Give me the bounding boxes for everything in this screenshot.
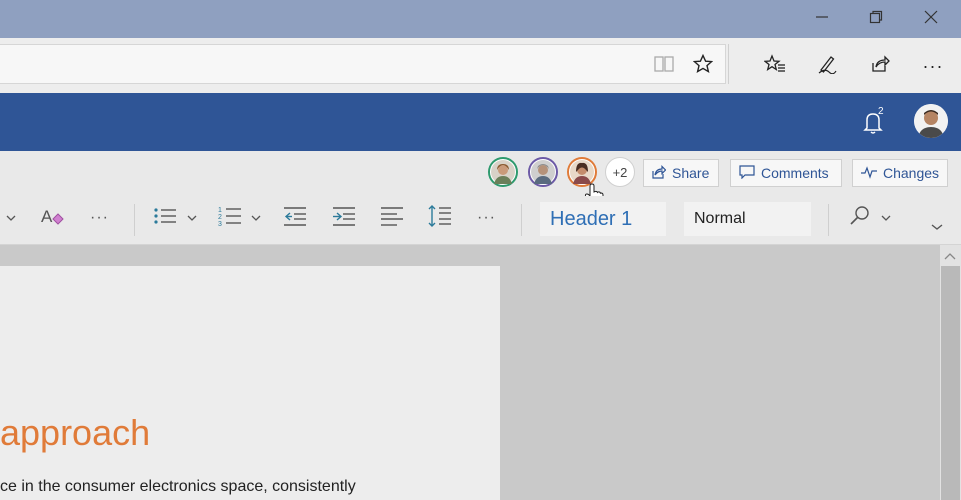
find-dropdown[interactable] [881,203,891,233]
comment-icon [739,164,755,182]
more-collaborators-button[interactable]: +2 [605,157,635,187]
reading-view-button[interactable] [646,48,682,84]
style-header-1[interactable]: Header 1 [540,202,666,236]
favorites-list-button[interactable] [757,48,793,84]
numbered-list-button[interactable]: 123 [218,203,242,233]
toolbar-divider [728,44,729,84]
svg-text:2: 2 [218,214,222,221]
document-heading: approach [0,412,151,453]
favorite-star-icon [692,53,714,79]
app-header [0,93,961,151]
document-body-text: ce in the consumer electronics space, co… [0,478,356,495]
close-icon [924,10,938,29]
increase-indent-icon [332,206,356,231]
document-page[interactable]: approach ce in the consumer electronics … [0,266,500,500]
chevron-down-icon [881,209,891,227]
bell-icon [860,113,888,140]
font-dropdown-chevron[interactable] [6,203,16,233]
align-left-button[interactable] [380,203,404,233]
style-normal[interactable]: Normal [684,202,811,236]
minimize-icon [815,10,829,29]
svg-text:3: 3 [218,221,222,227]
bullet-list-icon [153,206,177,231]
align-left-icon [380,206,404,231]
increase-indent-button[interactable] [332,203,356,233]
more-options-button[interactable]: ··· [915,48,951,84]
chevron-down-icon [931,218,943,236]
numbered-list-dropdown[interactable] [251,203,261,233]
bullet-list-button[interactable] [153,203,177,233]
chevron-up-icon [943,248,957,265]
pen-icon [817,54,837,79]
favorite-button[interactable] [685,48,721,84]
share-button[interactable]: Share [643,159,719,187]
decrease-indent-button[interactable] [283,203,307,233]
address-bar[interactable] [0,44,726,84]
comments-button[interactable]: Comments [730,159,842,187]
ribbon-divider [521,204,522,236]
share-page-button[interactable] [862,48,898,84]
scroll-up-button[interactable] [943,248,957,266]
restore-icon [869,10,883,29]
minimize-button[interactable] [799,0,845,38]
expand-ribbon-button[interactable] [931,212,943,242]
notifications-button[interactable]: 2 [860,106,890,140]
share-label: Share [672,165,710,181]
collaborator-avatar-1[interactable] [488,157,518,187]
favorites-list-icon [763,53,786,79]
line-spacing-icon [428,204,452,233]
restore-button[interactable] [853,0,899,38]
clear-formatting-icon: A [40,205,66,232]
comments-label: Comments [761,165,829,181]
close-button[interactable] [908,0,954,38]
changes-label: Changes [883,165,940,181]
notification-count-badge: 2 [878,106,884,117]
chevron-down-icon [187,209,197,227]
more-paragraph-options-button[interactable]: ··· [477,203,496,233]
decrease-indent-icon [283,206,307,231]
changes-button[interactable]: Changes [852,159,948,187]
reading-view-icon [654,55,674,78]
svg-text:1: 1 [218,207,222,214]
collaborator-avatar-2[interactable] [528,157,558,187]
search-icon [848,205,872,232]
activity-icon [861,165,877,182]
chevron-down-icon [6,209,16,227]
bullet-list-dropdown[interactable] [187,203,197,233]
scrollbar-thumb[interactable] [941,266,960,500]
share-icon [870,54,890,79]
ribbon-divider [134,204,135,236]
web-note-button[interactable] [809,48,845,84]
user-avatar[interactable] [914,104,948,138]
share-doc-icon [652,164,667,182]
numbered-list-icon: 123 [218,205,242,232]
more-font-options-button[interactable]: ··· [90,203,109,233]
ribbon-divider [828,204,829,236]
find-button[interactable] [848,203,872,233]
line-spacing-button[interactable] [428,203,452,233]
svg-text:A: A [41,207,53,226]
chevron-down-icon [251,209,261,227]
clear-formatting-button[interactable]: A [40,203,66,233]
